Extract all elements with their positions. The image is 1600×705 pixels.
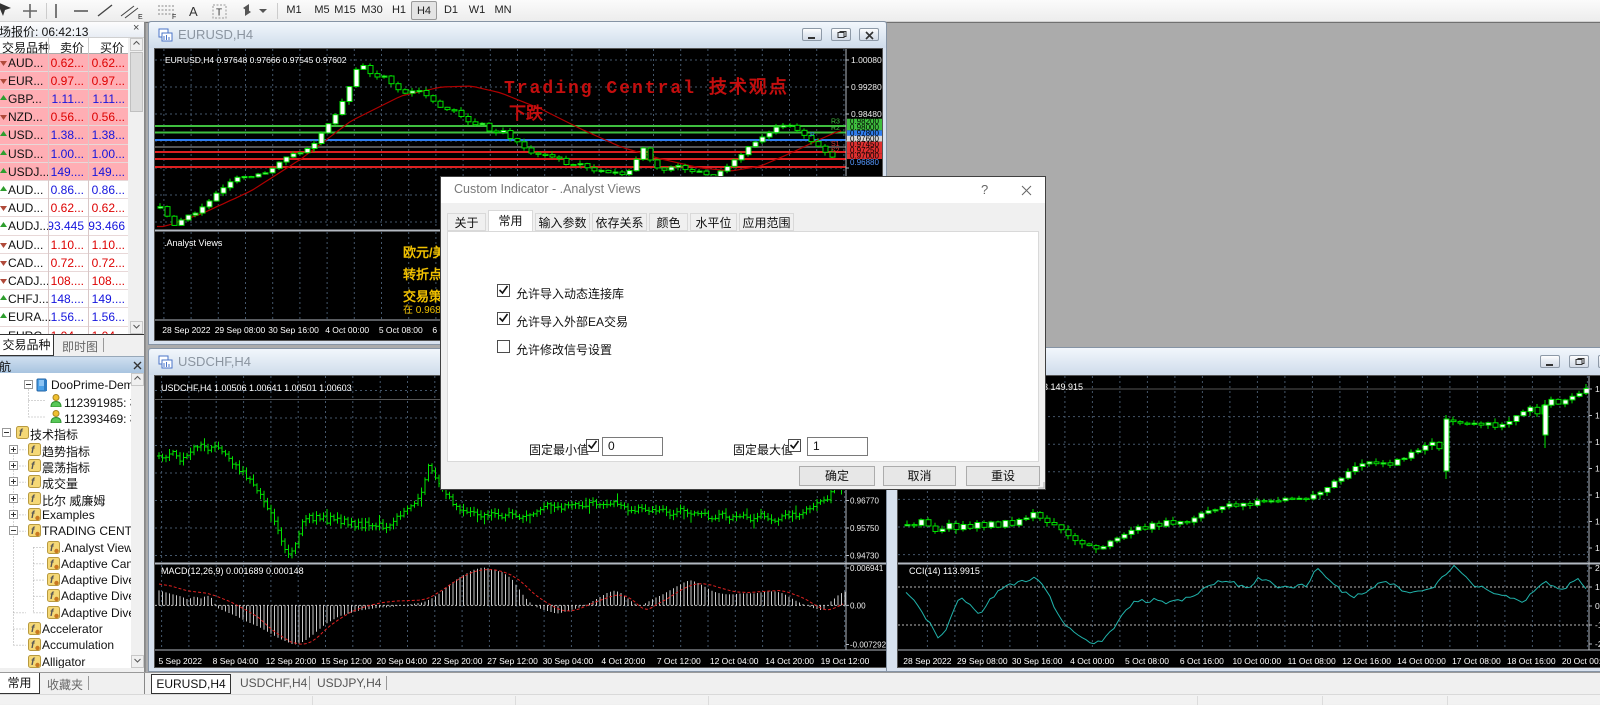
svg-text:20 Oct 00:00: 20 Oct 00:00 <box>1562 656 1600 666</box>
svg-text:28 Sep 2022: 28 Sep 2022 <box>903 656 951 666</box>
svg-text:0.94730: 0.94730 <box>850 552 879 561</box>
svg-text:4 Oct 20:00: 4 Oct 20:00 <box>601 656 645 666</box>
svg-text:14 Oct 20:00: 14 Oct 20:00 <box>765 656 814 666</box>
svg-text:12 Sep 20:00: 12 Sep 20:00 <box>266 656 317 666</box>
svg-text:146.63: 146.63 <box>1595 490 1600 500</box>
svg-text:11 Oct 08:00: 11 Oct 08:00 <box>1288 656 1336 666</box>
svg-text:7 Oct 12:00: 7 Oct 12:00 <box>657 656 701 666</box>
svg-text:.Analyst Views: .Analyst Views <box>164 238 223 248</box>
svg-text:5 Oct 08:00: 5 Oct 08:00 <box>379 325 423 335</box>
svg-text:0.96880: 0.96880 <box>850 158 879 167</box>
svg-text:5 Sep 2022: 5 Sep 2022 <box>158 656 202 666</box>
svg-text:100.0000: 100.0000 <box>1595 582 1600 592</box>
svg-text:0.96770: 0.96770 <box>850 497 879 506</box>
svg-text:29 Sep 08:00: 29 Sep 08:00 <box>215 325 266 335</box>
svg-text:T: T <box>216 8 222 19</box>
svg-text:-100.0000: -100.0000 <box>1595 620 1600 630</box>
svg-text:0.95750: 0.95750 <box>850 524 879 533</box>
svg-text:P: P <box>810 132 815 139</box>
svg-text:1.00080: 1.00080 <box>851 55 882 65</box>
svg-text:0.0000: 0.0000 <box>1595 601 1600 611</box>
svg-text:147.45: 147.45 <box>1595 464 1600 474</box>
svg-text:-0.007292: -0.007292 <box>850 641 887 650</box>
svg-text:28 Sep 2022: 28 Sep 2022 <box>162 325 210 335</box>
svg-text:29 Sep 08:00: 29 Sep 08:00 <box>957 656 1008 666</box>
svg-text:19 Oct 12:00: 19 Oct 12:00 <box>821 656 870 666</box>
svg-text:Trading Central 技术观点: Trading Central 技术观点 <box>504 76 789 99</box>
svg-text:149.09: 149.09 <box>1595 411 1600 421</box>
svg-text:F: F <box>172 14 176 21</box>
svg-text:14 Oct 00:00: 14 Oct 00:00 <box>1397 656 1446 666</box>
svg-text:0.99280: 0.99280 <box>851 82 882 92</box>
svg-text:200.0000: 200.0000 <box>1595 563 1600 573</box>
svg-text:30 Sep 04:00: 30 Sep 04:00 <box>543 656 594 666</box>
svg-text:27 Sep 12:00: 27 Sep 12:00 <box>487 656 538 666</box>
svg-text:0.00: 0.00 <box>850 601 866 610</box>
svg-text:8 Sep 04:00: 8 Sep 04:00 <box>213 656 259 666</box>
svg-text:12 Oct 04:00: 12 Oct 04:00 <box>710 656 759 666</box>
svg-text:17 Oct 08:00: 17 Oct 08:00 <box>1452 656 1501 666</box>
svg-text:15 Sep 12:00: 15 Sep 12:00 <box>321 656 372 666</box>
svg-text:R2: R2 <box>831 125 840 132</box>
svg-text:18 Oct 16:00: 18 Oct 16:00 <box>1507 656 1556 666</box>
svg-text:30 Sep 16:00: 30 Sep 16:00 <box>268 325 319 335</box>
svg-text:MACD(12,26,9) 0.001689 0.00014: MACD(12,26,9) 0.001689 0.000148 <box>161 566 304 576</box>
svg-text:30 Sep 16:00: 30 Sep 16:00 <box>1012 656 1063 666</box>
svg-text:S2: S2 <box>831 148 840 155</box>
svg-text:4 Oct 00:00: 4 Oct 00:00 <box>325 325 369 335</box>
svg-text:148.27: 148.27 <box>1595 437 1600 447</box>
svg-text:5 Oct 08:00: 5 Oct 08:00 <box>1125 656 1169 666</box>
svg-text:4 Oct 00:00: 4 Oct 00:00 <box>1070 656 1114 666</box>
svg-text:A: A <box>189 4 198 19</box>
svg-text:E: E <box>138 14 143 21</box>
svg-text:20 Sep 04:00: 20 Sep 04:00 <box>377 656 428 666</box>
svg-text:USDCHF,H4 1.00506 1.00641 1.00: USDCHF,H4 1.00506 1.00641 1.00501 1.0060… <box>161 383 352 393</box>
svg-text:12 Oct 16:00: 12 Oct 16:00 <box>1342 656 1391 666</box>
svg-text:145.81: 145.81 <box>1595 517 1600 527</box>
svg-text:下跌: 下跌 <box>509 104 544 125</box>
svg-text:144.99: 144.99 <box>1595 543 1600 553</box>
svg-text:149.915: 149.915 <box>1595 384 1600 394</box>
svg-text:CCI(14) 113.9915: CCI(14) 113.9915 <box>909 566 980 576</box>
svg-text:EURUSD,H4 0.97648 0.97666 0.97: EURUSD,H4 0.97648 0.97666 0.97545 0.9760… <box>165 55 347 65</box>
svg-text:0.006941: 0.006941 <box>850 564 884 573</box>
svg-text:-200.0000: -200.0000 <box>1595 639 1600 649</box>
svg-text:10 Oct 00:00: 10 Oct 00:00 <box>1232 656 1281 666</box>
svg-text:6 Oct 16:00: 6 Oct 16:00 <box>1180 656 1224 666</box>
svg-text:22 Sep 20:00: 22 Sep 20:00 <box>432 656 483 666</box>
